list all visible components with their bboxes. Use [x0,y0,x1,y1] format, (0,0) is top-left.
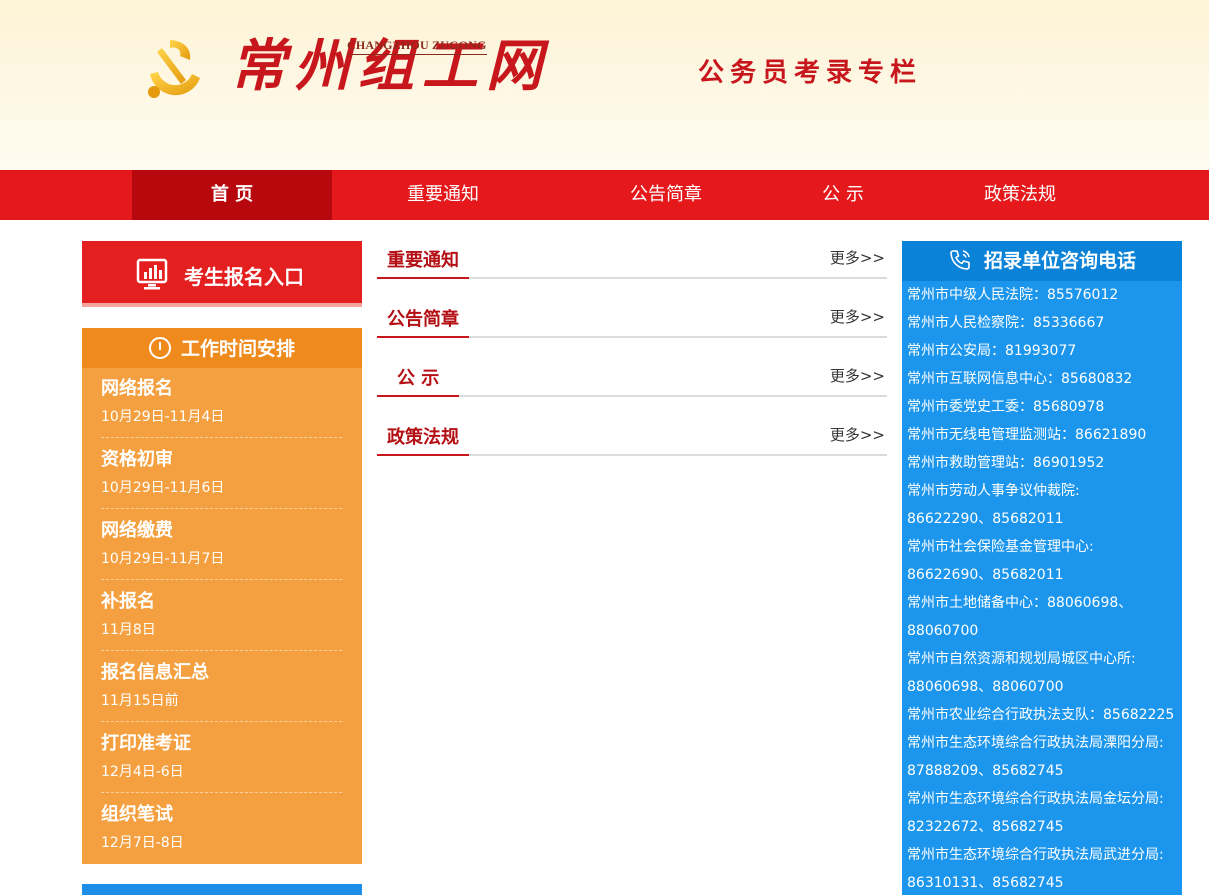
section-title[interactable]: 公告简章 [377,306,469,338]
signup-entry-button[interactable]: 考生报名入口 [82,241,362,307]
contact-list: 常州市中级人民法院：85576012 常州市人民检察院：85336667 常州市… [902,281,1182,891]
contact-line: 常州市委党史工委：85680978 [907,399,1105,415]
more-link[interactable]: 更多>> [830,424,885,445]
nav-item-announcements[interactable]: 公告简章 [566,170,766,220]
schedule-item-title: 报名信息汇总 [101,662,209,683]
site-logo-pinyin: CHANGZHOU ZUGONG [347,38,487,55]
contact-line: 常州市土地储备中心：88060698、 [907,595,1133,611]
contact-line: 常州市生态环境综合行政执法局溧阳分局: [907,735,1164,751]
signup-entry-label: 考生报名入口 [184,265,304,289]
site-header: 常州组工网 CHANGZHOU ZUGONG 公务员考录专栏 [0,0,1209,170]
contact-line: 常州市公安局：81993077 [907,343,1077,359]
contact-line: 常州市互联网信息中心：85680832 [907,371,1133,387]
schedule-item-title: 网络缴费 [101,520,173,541]
contact-line: 常州市中级人民法院：85576012 [907,287,1119,303]
contact-line: 常州市农业综合行政执法支队：85682225 [907,707,1175,723]
stopwatch-icon [148,337,171,359]
schedule-item-date: 10月29日-11月4日 [101,409,225,425]
contact-line: 88060700 [907,623,979,639]
schedule-item-title: 资格初审 [101,449,173,470]
next-panel-header [82,884,362,895]
contact-line: 常州市社会保险基金管理中心: [907,539,1094,555]
schedule-item: 网络报名 10月29日-11月4日 [101,375,342,438]
column-title: 公务员考录专栏 [698,58,923,88]
schedule-item-date: 10月29日-11月6日 [101,480,225,496]
schedule-item-title: 补报名 [101,591,155,612]
nav-item-notices[interactable]: 重要通知 [343,170,543,220]
section-publicity: 公 示 更多>> [377,357,887,397]
contact-line: 87888209、85682745 [907,763,1064,779]
contact-line: 常州市人民检察院：85336667 [907,315,1105,331]
contact-line: 86310131、85682745 [907,875,1064,891]
section-title[interactable]: 公 示 [377,365,460,397]
schedule-item: 打印准考证 12月4日-6日 [101,730,342,793]
schedule-item: 报名信息汇总 11月15日前 [101,659,342,722]
contact-line: 常州市自然资源和规划局城区中心所: [907,651,1136,667]
section-policies: 政策法规 更多>> [377,416,887,456]
schedule-item-title: 组织笔试 [101,804,173,825]
schedule-panel: 工作时间安排 网络报名 10月29日-11月4日 资格初审 10月29日-11月… [82,328,362,864]
schedule-item-date: 11月8日 [101,622,156,638]
party-emblem-icon [148,40,200,98]
contact-line: 常州市无线电管理监测站：86621890 [907,427,1147,443]
nav-item-publicity[interactable]: 公 示 [743,170,943,220]
schedule-item-title: 打印准考证 [101,733,191,754]
more-link[interactable]: 更多>> [830,365,885,386]
schedule-title: 工作时间安排 [180,338,295,360]
schedule-item-title: 网络报名 [101,378,173,399]
contact-panel: 招录单位咨询电话 常州市中级人民法院：85576012 常州市人民检察院：853… [902,241,1182,895]
main-nav: 首 页 重要通知 公告简章 公 示 政策法规 [0,170,1209,220]
phone-icon [950,250,970,270]
schedule-item-date: 12月4日-6日 [101,764,184,780]
schedule-item-date: 10月29日-11月7日 [101,551,225,567]
more-link[interactable]: 更多>> [830,306,885,327]
section-notices: 重要通知 更多>> [377,239,887,279]
chart-monitor-icon [136,258,168,290]
schedule-item-date: 11月15日前 [101,693,179,709]
contact-line: 88060698、88060700 [907,679,1064,695]
schedule-item: 资格初审 10月29日-11月6日 [101,446,342,509]
contact-line: 86622290、85682011 [907,511,1064,527]
section-title[interactable]: 重要通知 [377,247,469,279]
contact-title: 招录单位咨询电话 [983,250,1136,272]
more-link[interactable]: 更多>> [830,247,885,268]
nav-item-policies[interactable]: 政策法规 [920,170,1120,220]
schedule-item-date: 12月7日-8日 [101,835,184,851]
section-title[interactable]: 政策法规 [377,424,469,456]
contact-line: 常州市劳动人事争议仲裁院: [907,483,1080,499]
section-announcements: 公告简章 更多>> [377,298,887,338]
schedule-header: 工作时间安排 [82,328,362,368]
contact-line: 常州市救助管理站：86901952 [907,455,1105,471]
nav-item-home[interactable]: 首 页 [132,170,332,220]
contact-line: 常州市生态环境综合行政执法局武进分局: [907,847,1164,863]
contact-line: 86622690、85682011 [907,567,1064,583]
contact-line: 82322672、85682745 [907,819,1064,835]
contact-line: 常州市生态环境综合行政执法局金坛分局: [907,791,1164,807]
schedule-item: 网络缴费 10月29日-11月7日 [101,517,342,580]
schedule-item: 补报名 11月8日 [101,588,342,651]
contact-header: 招录单位咨询电话 [902,241,1182,281]
schedule-item: 组织笔试 12月7日-8日 [101,801,342,857]
